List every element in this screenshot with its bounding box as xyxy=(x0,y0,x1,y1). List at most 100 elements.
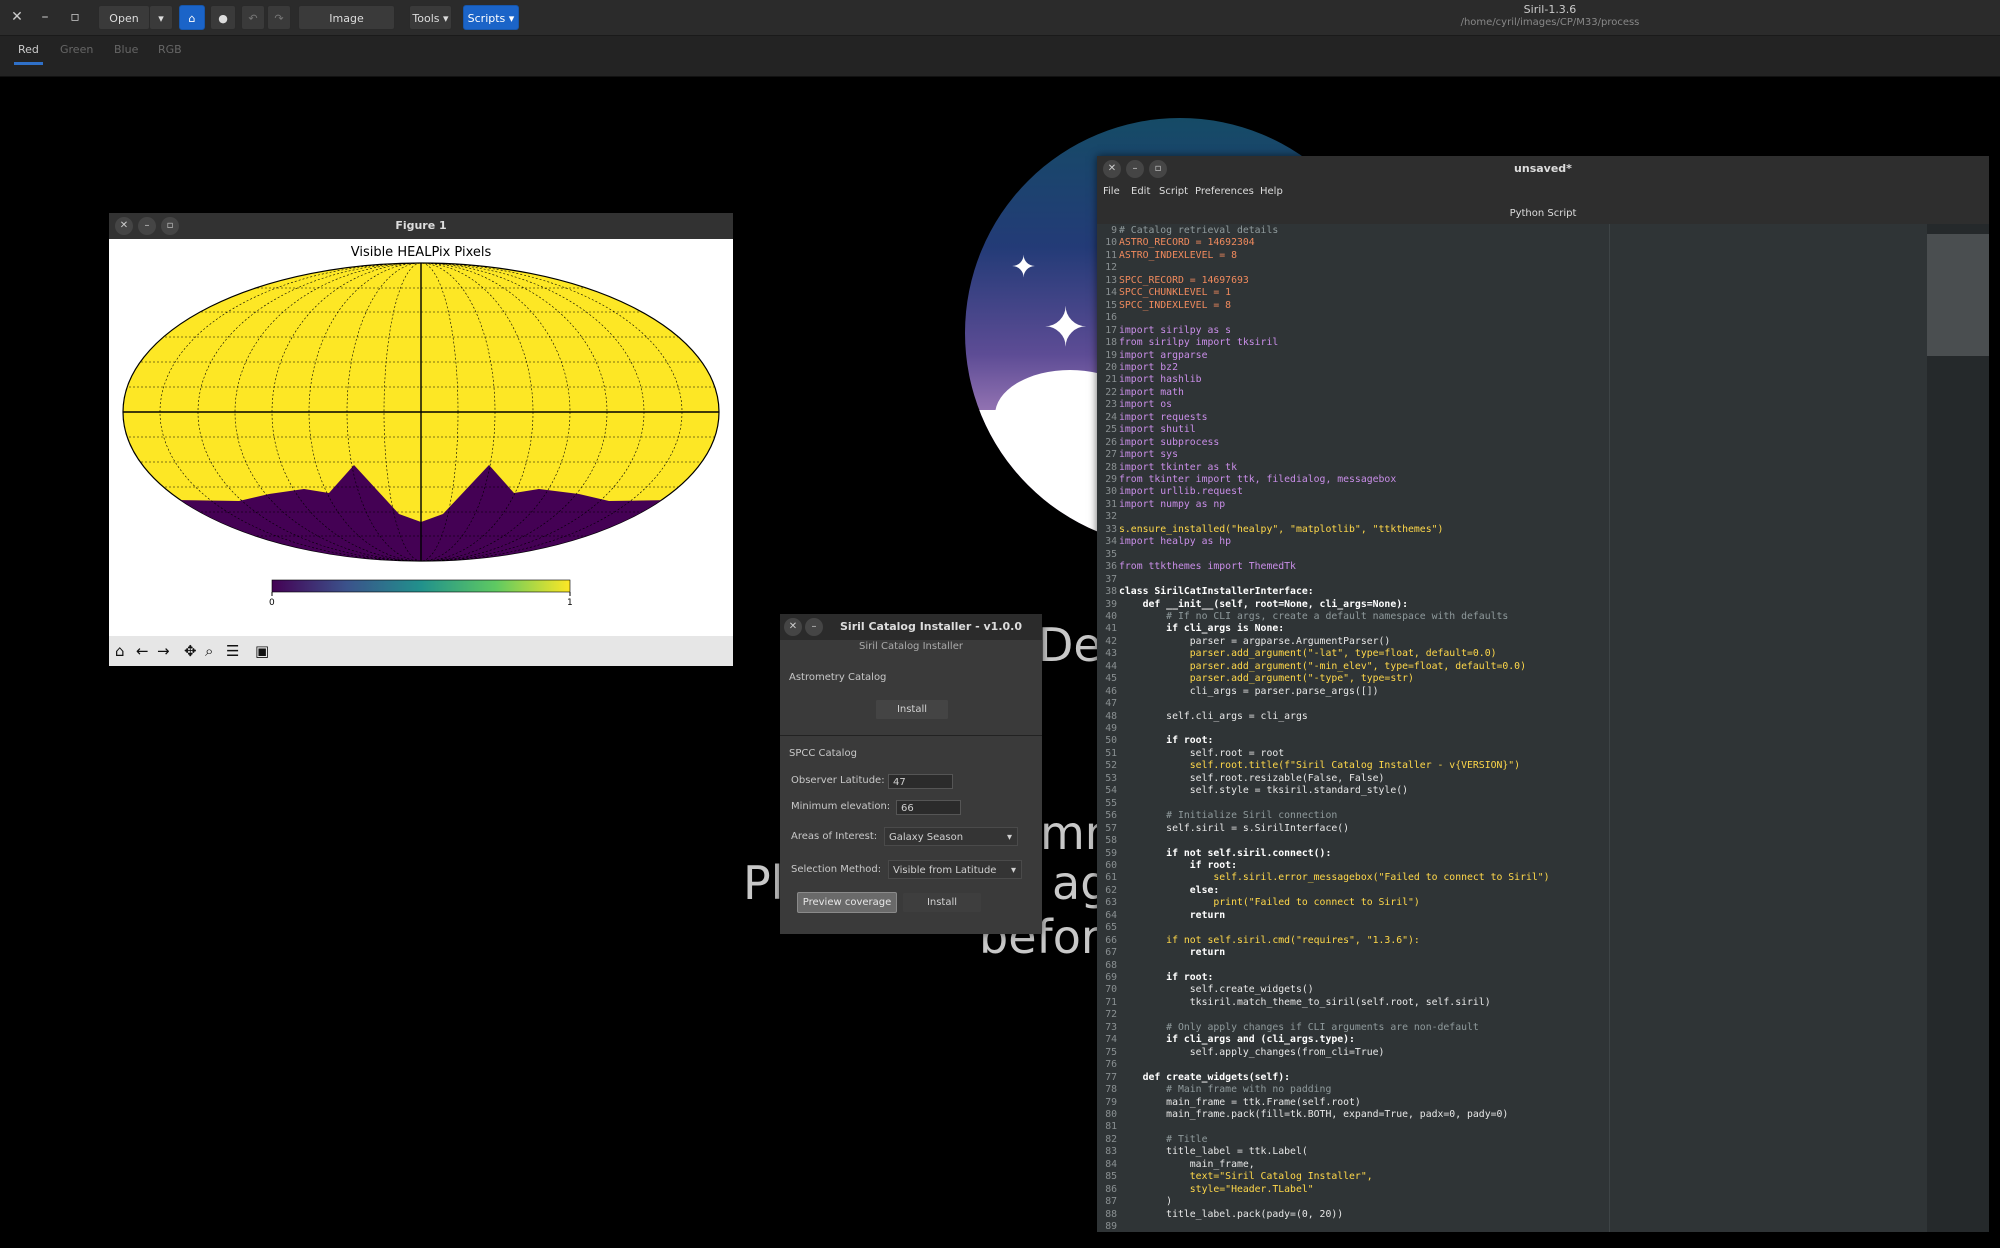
app-path: /home/cyril/images/CP/M33/process xyxy=(1460,17,1640,28)
code-line: text="Siril Catalog Installer", xyxy=(1119,1171,1373,1183)
line-number: 70 xyxy=(1105,984,1117,996)
line-number: 68 xyxy=(1105,959,1117,971)
installer-heading: Siril Catalog Installer xyxy=(859,641,963,652)
tab-red[interactable]: Red xyxy=(14,43,43,65)
code-line: # Initialize Siril connection xyxy=(1119,810,1338,822)
line-number: 61 xyxy=(1105,872,1117,884)
code-line: self.siril = s.SirilInterface() xyxy=(1119,822,1350,834)
observer-latitude-field[interactable]: 47 xyxy=(888,774,953,789)
code-line: # Main frame with no padding xyxy=(1119,1084,1332,1096)
menu-preferences[interactable]: Preferences xyxy=(1195,186,1254,197)
colorbar-max-label: 1 xyxy=(567,598,573,608)
areas-of-interest-select[interactable]: Galaxy Season ▾ xyxy=(884,827,1018,846)
close-icon[interactable]: ✕ xyxy=(784,618,802,636)
livestack-button[interactable]: ● xyxy=(210,5,236,30)
tools-menu[interactable]: Tools ▾ xyxy=(409,5,452,30)
figure-titlebar: ✕ – ▫ Figure 1 xyxy=(109,213,733,239)
line-number: 40 xyxy=(1105,610,1117,622)
selection-method-value: Visible from Latitude xyxy=(893,865,997,876)
home-button[interactable]: ⌂ xyxy=(179,5,205,30)
undo-icon: ↶ xyxy=(248,12,258,25)
selection-method-label: Selection Method: xyxy=(791,864,882,875)
code-line: return xyxy=(1119,947,1226,959)
code-line: self.siril.error_messagebox("Failed to c… xyxy=(1119,872,1550,884)
code-line: if not self.siril.cmd("requires", "1.3.6… xyxy=(1119,934,1420,946)
code-line: parser.add_argument("-type", type=str) xyxy=(1119,673,1414,685)
tab-blue[interactable]: Blue xyxy=(110,43,142,62)
zoom-icon[interactable]: ⌕ xyxy=(205,642,213,660)
line-number: 75 xyxy=(1105,1046,1117,1058)
code-line: if root: xyxy=(1119,972,1214,983)
code-area[interactable]: # Catalog retrieval details ASTRO_RECORD … xyxy=(1119,224,1609,1232)
undo-button[interactable]: ↶ xyxy=(241,5,265,30)
line-number: 43 xyxy=(1105,648,1117,660)
code-line: from tkinter import ttk, filedialog, mes… xyxy=(1119,474,1397,485)
code-line: self.root = root xyxy=(1119,747,1285,759)
code-line: if cli_args and (cli_args.type): xyxy=(1119,1034,1355,1046)
code-line: if root: xyxy=(1119,859,1237,871)
code-line: SPCC_RECORD = 14697693 xyxy=(1119,274,1249,286)
code-line: if not self.siril.connect(): xyxy=(1119,847,1332,859)
install-astrometry-button[interactable]: Install xyxy=(875,699,949,720)
script-editor-window: ✕ – ▫ unsaved* File Edit Script Preferen… xyxy=(1097,156,1989,1232)
tab-green[interactable]: Green xyxy=(56,43,97,62)
areas-of-interest-value: Galaxy Season xyxy=(889,832,964,843)
minimap-viewport[interactable] xyxy=(1927,234,1989,356)
line-number: 85 xyxy=(1105,1171,1117,1183)
code-line: # Title xyxy=(1119,1133,1208,1145)
catalog-installer-window: ✕ – Siril Catalog Installer - v1.0.0 Sir… xyxy=(780,614,1042,934)
preview-coverage-button[interactable]: Preview coverage xyxy=(797,892,897,913)
tab-rgb[interactable]: RGB xyxy=(154,43,186,62)
code-line: import sys xyxy=(1119,449,1178,461)
line-number: 10 xyxy=(1105,237,1117,249)
line-number: 64 xyxy=(1105,909,1117,921)
configure-subplots-icon[interactable]: ☰ xyxy=(226,642,239,660)
menu-edit[interactable]: Edit xyxy=(1131,186,1150,197)
line-number: 37 xyxy=(1105,573,1117,585)
back-arrow-icon[interactable]: ← xyxy=(136,642,149,660)
line-number: 66 xyxy=(1105,934,1117,946)
redo-button[interactable]: ↷ xyxy=(267,5,291,30)
scripts-menu[interactable]: Scripts ▾ xyxy=(463,5,519,30)
code-line: import subprocess xyxy=(1119,436,1220,448)
code-line: title_label = ttk.Label( xyxy=(1119,1146,1308,1158)
line-number: 72 xyxy=(1105,1009,1117,1021)
save-icon[interactable]: ▣ xyxy=(255,642,269,660)
selection-method-select[interactable]: Visible from Latitude ▾ xyxy=(888,860,1022,879)
pan-icon[interactable]: ✥ xyxy=(184,642,197,660)
tools-label: Tools xyxy=(412,12,440,25)
code-line: main_frame, xyxy=(1119,1158,1255,1170)
star-icon: ✦ xyxy=(1011,250,1037,285)
line-number: 51 xyxy=(1105,747,1117,759)
line-number: 22 xyxy=(1105,386,1117,398)
install-spcc-button[interactable]: Install xyxy=(902,892,982,913)
line-number: 41 xyxy=(1105,623,1117,635)
line-number: 50 xyxy=(1105,735,1117,747)
line-number: 31 xyxy=(1105,498,1117,510)
line-number: 14 xyxy=(1105,287,1117,299)
image-processing-menu[interactable]: Image Processing ▾ xyxy=(298,5,395,50)
code-line: class SirilCatInstallerInterface: xyxy=(1119,586,1314,598)
mollweide-plot xyxy=(122,262,720,596)
close-icon[interactable]: ✕ xyxy=(6,6,28,28)
code-line: parser = argparse.ArgumentParser() xyxy=(1119,635,1391,647)
maximize-icon[interactable]: ▫ xyxy=(64,6,86,28)
code-minimap[interactable] xyxy=(1927,224,1989,1232)
line-number: 60 xyxy=(1105,859,1117,871)
code-line: # If no CLI args, create a default names… xyxy=(1119,610,1509,622)
home-icon[interactable]: ⌂ xyxy=(115,642,125,660)
min-elevation-field[interactable]: 66 xyxy=(896,800,961,815)
menu-file[interactable]: File xyxy=(1103,186,1120,197)
min-elevation-label: Minimum elevation: xyxy=(791,801,891,812)
chevron-down-icon: ▾ xyxy=(1010,865,1016,876)
code-line: import urllib.request xyxy=(1119,486,1243,498)
forward-arrow-icon[interactable]: → xyxy=(157,642,170,660)
code-line: import bz2 xyxy=(1119,361,1178,373)
line-number-gutter: 9 10 11 12 13 14 15 16 17 18 19 20 21 22 23 24 25 26 27 28 2… xyxy=(1097,224,1119,1232)
code-line: ASTRO_RECORD = 14692304 xyxy=(1119,237,1255,249)
open-recent-dropdown[interactable]: ▾ xyxy=(149,5,173,30)
menu-script[interactable]: Script xyxy=(1159,186,1188,197)
menu-help[interactable]: Help xyxy=(1260,186,1283,197)
open-button[interactable]: Open xyxy=(98,5,150,30)
minimize-icon[interactable]: – xyxy=(34,6,56,28)
